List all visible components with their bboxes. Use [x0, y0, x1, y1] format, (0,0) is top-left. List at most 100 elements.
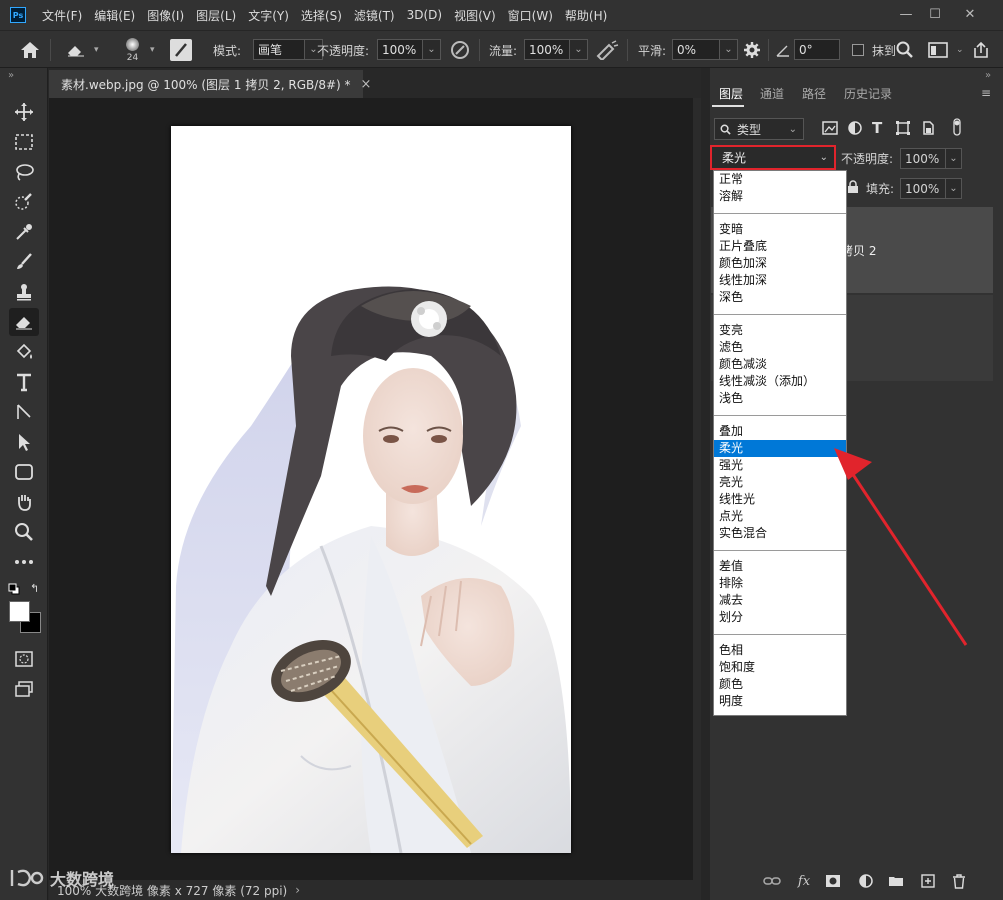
tab-channels[interactable]: 通道: [760, 80, 784, 106]
menu-view[interactable]: 视图(V): [448, 7, 502, 24]
paint-bucket-tool-icon[interactable]: [9, 338, 39, 366]
blend-mode-option[interactable]: 变暗: [714, 221, 846, 238]
pixel-filter-icon[interactable]: [822, 121, 838, 138]
adjustment-filter-icon[interactable]: [848, 121, 862, 138]
blend-mode-option[interactable]: 颜色加深: [714, 255, 846, 272]
lasso-tool-icon[interactable]: [9, 158, 39, 186]
smart-object-filter-icon[interactable]: [921, 121, 935, 138]
blend-mode-option[interactable]: 饱和度: [714, 659, 846, 676]
search-icon[interactable]: [896, 31, 914, 69]
minimize-button[interactable]: —: [890, 0, 922, 28]
hand-tool-icon[interactable]: [9, 488, 39, 516]
brush-settings-icon[interactable]: [170, 31, 192, 69]
chevron-down-icon[interactable]: ⌄: [720, 39, 738, 60]
menu-type[interactable]: 文字(Y): [242, 7, 295, 24]
menu-3d[interactable]: 3D(D): [401, 8, 448, 22]
blend-mode-option[interactable]: 实色混合: [714, 525, 846, 542]
eyedropper-tool-icon[interactable]: [9, 218, 39, 246]
blend-mode-option[interactable]: 叠加: [714, 423, 846, 440]
menu-image[interactable]: 图像(I): [141, 7, 190, 24]
type-filter-icon[interactable]: T: [872, 119, 882, 137]
home-icon[interactable]: [20, 31, 40, 69]
move-tool-icon[interactable]: [9, 98, 39, 126]
foreground-color-swatch[interactable]: [9, 601, 30, 622]
blend-mode-option[interactable]: 浅色: [714, 390, 846, 407]
maximize-button[interactable]: ☐: [919, 0, 951, 28]
screen-mode-icon[interactable]: [9, 675, 39, 703]
tab-paths[interactable]: 路径: [802, 80, 826, 106]
smoothing-input[interactable]: 0%: [672, 39, 720, 60]
vertical-scrollbar[interactable]: [693, 98, 701, 880]
menu-layer[interactable]: 图层(L): [190, 7, 242, 24]
shape-filter-icon[interactable]: [896, 121, 910, 138]
blend-mode-option[interactable]: 正常: [714, 171, 846, 188]
blend-mode-option[interactable]: 差值: [714, 558, 846, 575]
angle-input[interactable]: 0°: [794, 39, 840, 60]
menu-filter[interactable]: 滤镜(T): [348, 7, 401, 24]
layer-opacity-input[interactable]: 100%: [900, 148, 946, 169]
menu-window[interactable]: 窗口(W): [502, 7, 559, 24]
collapse-toolbar-icon[interactable]: »: [8, 70, 14, 81]
zoom-tool-icon[interactable]: [9, 518, 39, 546]
quick-mask-icon[interactable]: [9, 645, 39, 673]
layer-filter-select[interactable]: 类型 ⌄: [714, 118, 804, 140]
document-tab[interactable]: 素材.webp.jpg @ 100% (图层 1 拷贝 2, RGB/8#) *…: [49, 70, 371, 98]
blend-mode-option[interactable]: 正片叠底: [714, 238, 846, 255]
blend-mode-option[interactable]: 柔光: [714, 440, 846, 457]
panel-menu-icon[interactable]: ≡: [981, 86, 991, 100]
menu-file[interactable]: 文件(F): [36, 7, 88, 24]
chevron-down-icon[interactable]: ⌄: [946, 148, 962, 169]
trash-icon[interactable]: [949, 872, 969, 890]
blend-mode-option[interactable]: 亮光: [714, 474, 846, 491]
panel-divider[interactable]: [701, 68, 710, 900]
pressure-opacity-icon[interactable]: [449, 31, 471, 69]
blend-mode-option[interactable]: 溶解: [714, 188, 846, 205]
new-layer-icon[interactable]: [918, 872, 938, 890]
blend-mode-option[interactable]: 排除: [714, 575, 846, 592]
chevron-down-icon[interactable]: ⌄: [570, 39, 588, 60]
document-canvas[interactable]: [171, 126, 571, 853]
tab-history[interactable]: 历史记录: [844, 80, 892, 106]
blend-mode-option[interactable]: 点光: [714, 508, 846, 525]
flow-input[interactable]: 100%: [524, 39, 570, 60]
eraser-tool-icon[interactable]: [9, 308, 39, 336]
mode-select[interactable]: 画笔: [253, 39, 305, 60]
brush-size-picker[interactable]: 24: [126, 31, 139, 69]
fx-icon[interactable]: fx: [794, 872, 814, 890]
more-tools-icon[interactable]: [9, 548, 39, 576]
chevron-right-icon[interactable]: ›: [295, 883, 300, 897]
blend-mode-option[interactable]: 颜色减淡: [714, 356, 846, 373]
fill-input[interactable]: 100%: [900, 178, 946, 199]
blend-mode-option[interactable]: 减去: [714, 592, 846, 609]
blend-mode-option[interactable]: 线性光: [714, 491, 846, 508]
brush-tool-icon[interactable]: [9, 248, 39, 276]
close-window-button[interactable]: ✕: [954, 0, 986, 28]
stamp-tool-icon[interactable]: [9, 278, 39, 306]
blend-mode-option[interactable]: 划分: [714, 609, 846, 626]
rectangle-tool-icon[interactable]: [9, 458, 39, 486]
blend-mode-option[interactable]: 滤色: [714, 339, 846, 356]
link-layers-icon[interactable]: [762, 872, 782, 890]
workspace-icon[interactable]: ⌄: [928, 31, 964, 69]
close-tab-icon[interactable]: ×: [361, 77, 372, 92]
marquee-tool-icon[interactable]: [9, 128, 39, 156]
folder-icon[interactable]: [886, 872, 906, 890]
blend-mode-option[interactable]: 线性减淡（添加）: [714, 373, 846, 390]
swap-colors-icon[interactable]: ↰: [30, 582, 39, 595]
menu-select[interactable]: 选择(S): [295, 7, 348, 24]
opacity-input[interactable]: 100%: [377, 39, 423, 60]
chevron-down-icon[interactable]: ▾: [150, 31, 155, 69]
filter-toggle-icon[interactable]: [953, 118, 961, 139]
pen-path-tool-icon[interactable]: [9, 398, 39, 426]
blend-mode-option[interactable]: 深色: [714, 289, 846, 306]
chevron-down-icon[interactable]: ⌄: [423, 39, 441, 60]
blend-mode-option[interactable]: 强光: [714, 457, 846, 474]
blend-mode-select[interactable]: 柔光 ⌄: [710, 145, 836, 170]
lock-icon[interactable]: [847, 180, 859, 197]
tab-layers[interactable]: 图层: [719, 80, 743, 106]
menu-edit[interactable]: 编辑(E): [88, 7, 141, 24]
share-icon[interactable]: [972, 31, 990, 69]
adjustment-layer-icon[interactable]: [856, 872, 876, 890]
type-tool-icon[interactable]: [9, 368, 39, 396]
eraser-preset-icon[interactable]: ▾: [66, 31, 99, 69]
